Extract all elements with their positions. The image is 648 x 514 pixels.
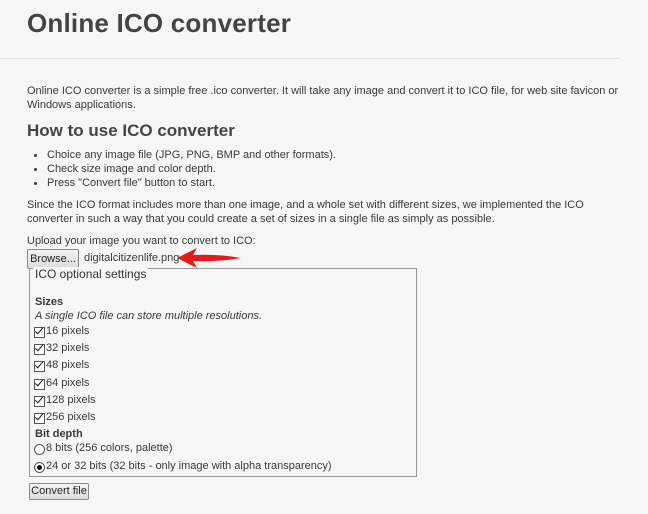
- checkbox-checked-icon[interactable]: [34, 344, 45, 355]
- browse-button[interactable]: Browse...: [27, 249, 79, 269]
- size-option-label: 256 pixels: [46, 411, 96, 423]
- checkbox-checked-icon[interactable]: [34, 379, 45, 390]
- size-option-128[interactable]: 128 pixels: [34, 393, 96, 407]
- checkbox-checked-icon[interactable]: [34, 413, 45, 424]
- depth-option-label: 8 bits (256 colors, palette): [46, 442, 173, 454]
- checkbox-checked-icon[interactable]: [34, 327, 45, 338]
- checkbox-checked-icon[interactable]: [34, 361, 45, 372]
- size-option-label: 128 pixels: [46, 394, 96, 406]
- size-option-48[interactable]: 48 pixels: [34, 358, 89, 372]
- convert-file-button[interactable]: Convert file: [29, 483, 89, 500]
- size-option-256[interactable]: 256 pixels: [34, 410, 96, 424]
- depth-option-32bit[interactable]: 24 or 32 bits (32 bits - only image with…: [34, 459, 332, 473]
- settings-legend: ICO optional settings: [33, 267, 149, 281]
- size-option-16[interactable]: 16 pixels: [34, 324, 89, 338]
- format-note: Since the ICO format includes more than …: [27, 199, 584, 225]
- sizes-hint: A single ICO file can store multiple res…: [35, 310, 263, 322]
- size-option-label: 48 pixels: [46, 359, 90, 371]
- radio-selected-icon[interactable]: [34, 462, 45, 473]
- size-option-label: 64 pixels: [46, 377, 90, 389]
- steps-list: Choice any image file (JPG, PNG, BMP and…: [27, 148, 336, 190]
- size-option-label: 32 pixels: [46, 342, 90, 354]
- radio-unselected-icon[interactable]: [34, 444, 45, 455]
- list-item: Press "Convert file" button to start.: [34, 176, 336, 190]
- selected-filename: digitalcitizenlife.png: [84, 252, 180, 264]
- depth-option-label: 24 or 32 bits (32 bits - only image with…: [46, 460, 332, 472]
- intro-text: Online ICO converter is a simple free .i…: [27, 85, 619, 111]
- red-arrow-icon: [177, 248, 241, 268]
- size-option-label: 16 pixels: [46, 325, 90, 337]
- header-divider: [0, 58, 621, 59]
- size-option-64[interactable]: 64 pixels: [34, 376, 89, 390]
- checkbox-checked-icon[interactable]: [34, 396, 45, 407]
- sizes-title: Sizes: [35, 296, 64, 308]
- size-option-32[interactable]: 32 pixels: [34, 341, 89, 355]
- list-item: Choice any image file (JPG, PNG, BMP and…: [34, 149, 336, 161]
- depth-option-8bit[interactable]: 8 bits (256 colors, palette): [34, 441, 173, 455]
- list-item: Check size image and color depth.: [34, 162, 336, 176]
- page-title: Online ICO converter: [27, 8, 292, 38]
- bit-depth-title: Bit depth: [35, 428, 83, 440]
- howto-title: How to use ICO converter: [27, 121, 235, 140]
